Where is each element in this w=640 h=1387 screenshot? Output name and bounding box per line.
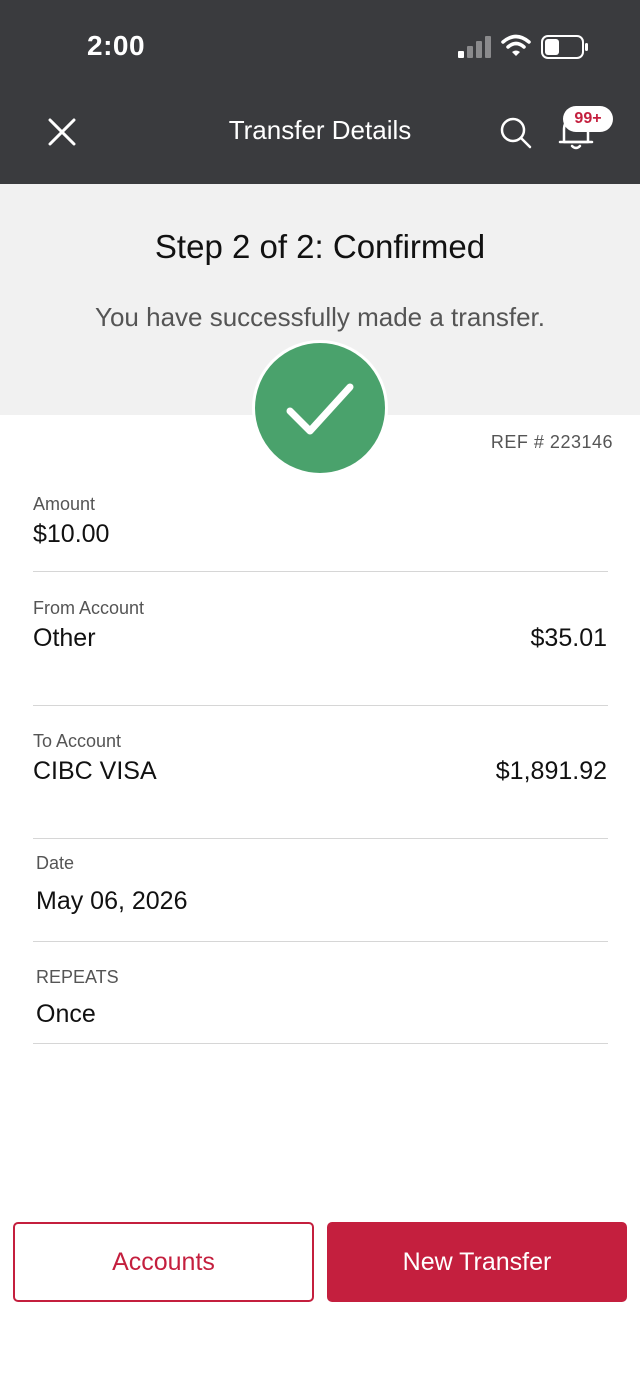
- signal-icon: [458, 36, 491, 58]
- divider: [33, 1043, 608, 1044]
- repeats-value: Once: [36, 1000, 96, 1028]
- page-title: Transfer Details: [228, 115, 412, 145]
- amount-label: Amount: [33, 494, 96, 514]
- divider: [33, 571, 608, 572]
- success-check-badge: [252, 340, 388, 476]
- amount-value: $10.00: [33, 520, 110, 548]
- checkmark-icon: [286, 383, 354, 435]
- wifi-icon: [501, 34, 531, 56]
- divider: [33, 838, 608, 839]
- from-account-balance: $35.01: [530, 624, 607, 652]
- repeats-label: REPEATS: [36, 967, 119, 987]
- to-account-name: CIBC VISA: [33, 757, 157, 785]
- top-bar: 2:00 Transfer Details 99+: [0, 0, 640, 184]
- accounts-button[interactable]: Accounts: [13, 1222, 314, 1302]
- new-transfer-button[interactable]: New Transfer: [327, 1222, 627, 1302]
- reference-number: REF # 223146: [490, 432, 613, 452]
- to-account-label: To Account: [33, 731, 122, 751]
- from-account-label: From Account: [33, 598, 145, 618]
- date-label: Date: [36, 853, 75, 873]
- success-message: You have successfully made a transfer.: [95, 302, 545, 332]
- from-account-name: Other: [33, 624, 96, 652]
- divider: [33, 941, 608, 942]
- search-icon[interactable]: [496, 113, 536, 153]
- divider: [33, 705, 608, 706]
- battery-icon: [541, 35, 588, 59]
- date-value: May 06, 2026: [36, 887, 188, 915]
- status-time: 2:00: [87, 30, 146, 61]
- step-title: Step 2 of 2: Confirmed: [154, 228, 486, 265]
- notification-badge[interactable]: 99+: [563, 106, 613, 132]
- to-account-balance: $1,891.92: [495, 757, 607, 785]
